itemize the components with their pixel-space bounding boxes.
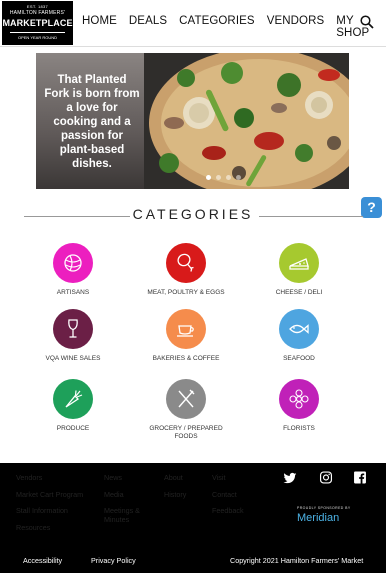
category-cheese-deli[interactable]: CHEESE / DELI: [254, 243, 344, 297]
category-label: ARTISANS: [56, 289, 90, 296]
flower-icon: [289, 389, 309, 409]
search-icon[interactable]: [360, 15, 374, 29]
logo-tagline: OPEN YEAR ROUND: [10, 32, 65, 40]
facebook-icon[interactable]: [353, 471, 367, 484]
sponsor-block[interactable]: PROUDLY SPONSORED BY Meridian: [297, 506, 351, 524]
hero-caption: That Planted Fork is born from a love fo…: [44, 74, 140, 170]
footer-copyright: Copyright 2021 Hamilton Farmers' Market: [230, 556, 364, 565]
category-label: GROCERY / PREPARED FOODS: [149, 425, 223, 440]
utensils-icon: [178, 389, 195, 408]
market-logo[interactable]: EST. 1837 HAMILTON FARMERS' MARKETPLACE …: [2, 1, 73, 45]
footer-link-history[interactable]: History: [164, 490, 204, 499]
logo-wordmark: MARKETPLACE: [2, 18, 73, 28]
category-vqa-wine-sales[interactable]: VQA WINE SALES: [28, 309, 118, 363]
footer-column-2: News Media Meetings & Minutes: [104, 473, 154, 532]
category-label: PRODUCE: [56, 425, 90, 432]
cheese-icon: [289, 258, 309, 270]
category-circle: [166, 243, 206, 283]
categories-heading: CATEGORIES: [0, 206, 386, 224]
footer-link-about[interactable]: About: [164, 473, 204, 482]
carousel-dot[interactable]: [216, 175, 221, 180]
main-nav: HOME DEALS CATEGORIES VENDORS MY SHOP: [82, 15, 386, 39]
category-label: SEAFOOD: [283, 355, 315, 362]
footer-link-media[interactable]: Media: [104, 490, 154, 499]
logo-est: EST. 1837: [26, 4, 49, 9]
category-circle: [279, 379, 319, 419]
carousel-dot[interactable]: [206, 175, 211, 180]
yarn-ball-icon: [64, 254, 82, 272]
category-seafood[interactable]: SEAFOOD: [254, 309, 344, 363]
footer-link-news[interactable]: News: [104, 473, 154, 482]
footer-link-accessibility[interactable]: Accessibility: [23, 556, 62, 565]
footer-link-market-cart[interactable]: Market Cart Program: [16, 490, 101, 499]
category-circle: [53, 309, 93, 349]
category-label: MEAT, POULTRY & EGGS: [147, 289, 225, 296]
header-divider: [0, 46, 386, 47]
hero-banner[interactable]: That Planted Fork is born from a love fo…: [36, 53, 349, 189]
category-produce[interactable]: PRODUCE: [28, 379, 118, 433]
category-circle: [53, 379, 93, 419]
nav-vendors[interactable]: VENDORS: [267, 15, 325, 39]
hero-food-image: [144, 53, 349, 189]
nav-deals[interactable]: DEALS: [129, 15, 167, 39]
drumstick-icon: [177, 253, 194, 272]
category-label: CHEESE / DELI: [275, 289, 323, 296]
fish-icon: [289, 324, 309, 334]
site-header: EST. 1837 HAMILTON FARMERS' MARKETPLACE …: [0, 0, 386, 46]
footer-column-4: Visit Contact Feedback: [212, 473, 262, 523]
footer-column-3: About History: [164, 473, 204, 506]
coffee-cup-icon: [177, 325, 194, 337]
category-circle: [279, 309, 319, 349]
footer-link-privacy[interactable]: Privacy Policy: [91, 556, 136, 565]
footer-link-vendors[interactable]: Vendors: [16, 473, 101, 482]
category-label: FLORISTS: [283, 425, 315, 432]
carousel-dots: [206, 175, 241, 180]
wine-glass-icon: [68, 319, 78, 338]
logo-market: MARKET: [2, 18, 42, 28]
nav-home[interactable]: HOME: [82, 15, 117, 39]
carousel-dot[interactable]: [226, 175, 231, 180]
categories-title: CATEGORIES: [132, 206, 254, 222]
footer-link-visit[interactable]: Visit: [212, 473, 262, 482]
category-bakeries-coffee[interactable]: BAKERIES & COFFEE: [141, 309, 231, 363]
heading-rule-right: [259, 216, 363, 217]
footer-link-contact[interactable]: Contact: [212, 490, 262, 499]
footer-column-1: Vendors Market Cart Program Stall Inform…: [16, 473, 101, 539]
category-circle: [166, 309, 206, 349]
category-grocery-prepared-foods[interactable]: GROCERY / PREPARED FOODS: [141, 379, 231, 441]
instagram-icon[interactable]: [319, 471, 333, 484]
twitter-icon[interactable]: [283, 472, 297, 485]
category-label: BAKERIES & COFFEE: [152, 355, 220, 362]
category-circle: [53, 243, 93, 283]
carrot-icon: [65, 390, 83, 408]
logo-name: HAMILTON FARMERS': [9, 10, 66, 16]
logo-place: PLACE: [41, 18, 73, 28]
footer-link-meetings[interactable]: Meetings & Minutes: [104, 506, 154, 524]
category-artisans[interactable]: ARTISANS: [28, 243, 118, 297]
category-circle: [166, 379, 206, 419]
carousel-dot[interactable]: [236, 175, 241, 180]
footer-link-stall-info[interactable]: Stall Information: [16, 506, 101, 515]
category-florists[interactable]: FLORISTS: [254, 379, 344, 433]
footer-link-feedback[interactable]: Feedback: [212, 506, 262, 515]
category-circle: [279, 243, 319, 283]
meridian-logo: Meridian: [297, 512, 340, 524]
category-meat-poultry-eggs[interactable]: MEAT, POULTRY & EGGS: [141, 243, 231, 297]
footer-link-resources[interactable]: Resources: [16, 523, 101, 532]
category-label: VQA WINE SALES: [45, 355, 101, 362]
nav-categories[interactable]: CATEGORIES: [179, 15, 255, 39]
sponsor-prefix: PROUDLY SPONSORED BY: [297, 506, 351, 510]
heading-rule-left: [24, 216, 130, 217]
